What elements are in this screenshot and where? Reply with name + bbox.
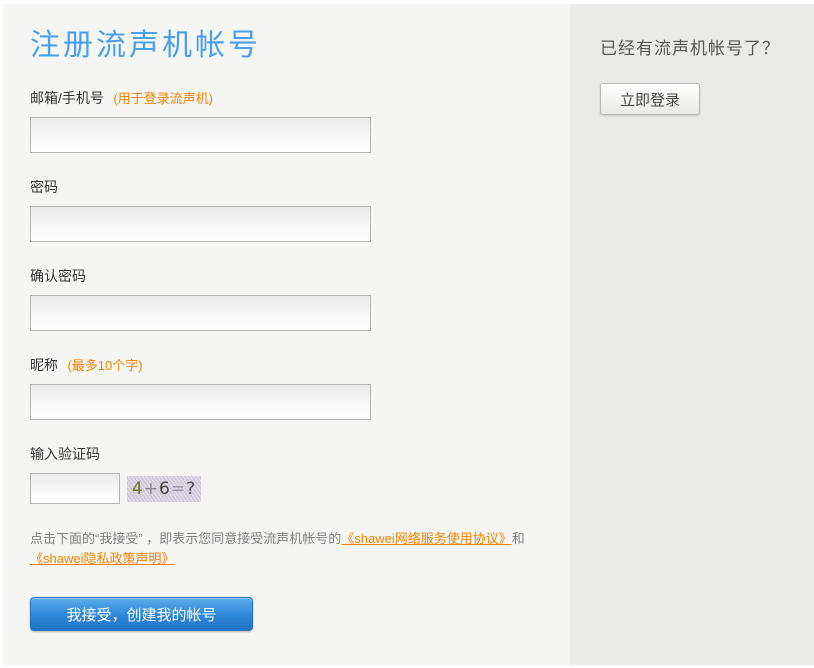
- nickname-input[interactable]: [30, 384, 371, 420]
- privacy-policy-link[interactable]: 《shawei隐私政策声明》: [30, 551, 174, 566]
- already-have-account-heading: 已经有流声机帐号了？: [600, 34, 814, 59]
- captcha-label: 输入验证码: [30, 446, 100, 462]
- confirm-password-label: 确认密码: [30, 268, 86, 284]
- field-password: 密码: [30, 179, 570, 242]
- agreement-prefix: 点击下面的“我接受” ，即表示您同意接受流声机帐号的: [30, 531, 341, 546]
- password-label-row: 密码: [30, 179, 570, 196]
- nickname-label: 昵称: [30, 357, 58, 373]
- field-nickname: 昵称 (最多10个字): [30, 357, 570, 420]
- captcha-char: ?: [186, 479, 196, 499]
- confirm-password-input[interactable]: [30, 295, 371, 331]
- account-label-row: 邮箱/手机号 (用于登录流声机): [30, 90, 570, 107]
- password-label: 密码: [30, 179, 58, 195]
- field-confirm-password: 确认密码: [30, 268, 570, 331]
- captcha-label-row: 输入验证码: [30, 446, 570, 463]
- login-sidebar: 已经有流声机帐号了？ 立即登录: [570, 4, 814, 665]
- captcha-char: 6: [159, 479, 171, 499]
- nickname-label-row: 昵称 (最多10个字): [30, 357, 570, 374]
- captcha-row: 4 + 6 = ?: [30, 473, 570, 504]
- login-now-button[interactable]: 立即登录: [600, 83, 700, 115]
- registration-form-panel: 注册流声机帐号 邮箱/手机号 (用于登录流声机) 密码 确认密码 昵称 (最多1…: [3, 4, 570, 665]
- terms-of-service-link[interactable]: 《shawei网络服务使用协议》: [341, 531, 511, 546]
- agreement-text: 点击下面的“我接受” ，即表示您同意接受流声机帐号的《shawei网络服务使用协…: [30, 529, 545, 569]
- agreement-conjunction: 和: [512, 531, 525, 546]
- account-input[interactable]: [30, 117, 371, 153]
- captcha-input[interactable]: [30, 473, 120, 504]
- page-title: 注册流声机帐号: [30, 28, 570, 64]
- captcha-image[interactable]: 4 + 6 = ?: [127, 476, 201, 502]
- captcha-char: 4: [132, 479, 144, 499]
- account-label: 邮箱/手机号: [30, 90, 104, 106]
- field-captcha: 输入验证码 4 + 6 = ?: [30, 446, 570, 504]
- nickname-hint: (最多10个字): [67, 358, 142, 373]
- captcha-char: =: [171, 479, 186, 499]
- password-input[interactable]: [30, 206, 371, 242]
- registration-page: 注册流声机帐号 邮箱/手机号 (用于登录流声机) 密码 确认密码 昵称 (最多1…: [3, 4, 814, 665]
- accept-create-account-button[interactable]: 我接受，创建我的帐号: [30, 597, 253, 631]
- confirm-password-label-row: 确认密码: [30, 268, 570, 285]
- account-hint: (用于登录流声机): [113, 91, 213, 106]
- captcha-char: +: [144, 479, 159, 499]
- field-account: 邮箱/手机号 (用于登录流声机): [30, 90, 570, 153]
